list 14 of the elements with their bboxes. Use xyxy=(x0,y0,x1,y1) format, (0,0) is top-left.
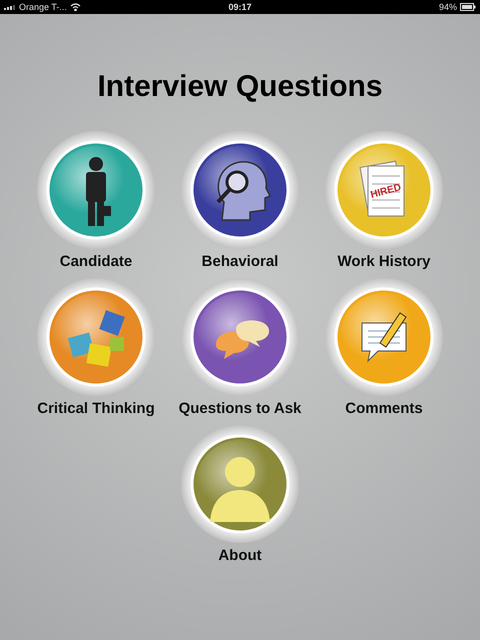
businessman-icon xyxy=(86,157,111,226)
puzzle-pieces-icon xyxy=(68,310,125,367)
hired-document-icon: HIRED xyxy=(360,160,404,216)
person-silhouette-icon xyxy=(210,457,270,522)
clock: 09:17 xyxy=(227,2,252,12)
carrier-name: Orange T-... xyxy=(19,2,67,12)
wifi-icon xyxy=(70,3,81,11)
signal-icon xyxy=(4,4,16,10)
page-title: Interview Questions xyxy=(96,70,384,104)
comment-pencil-icon xyxy=(362,312,407,363)
battery-percentage: 94% xyxy=(438,2,457,12)
head-magnifier-icon xyxy=(216,161,271,221)
speech-bubbles-icon xyxy=(216,320,270,359)
battery-icon xyxy=(460,3,476,11)
